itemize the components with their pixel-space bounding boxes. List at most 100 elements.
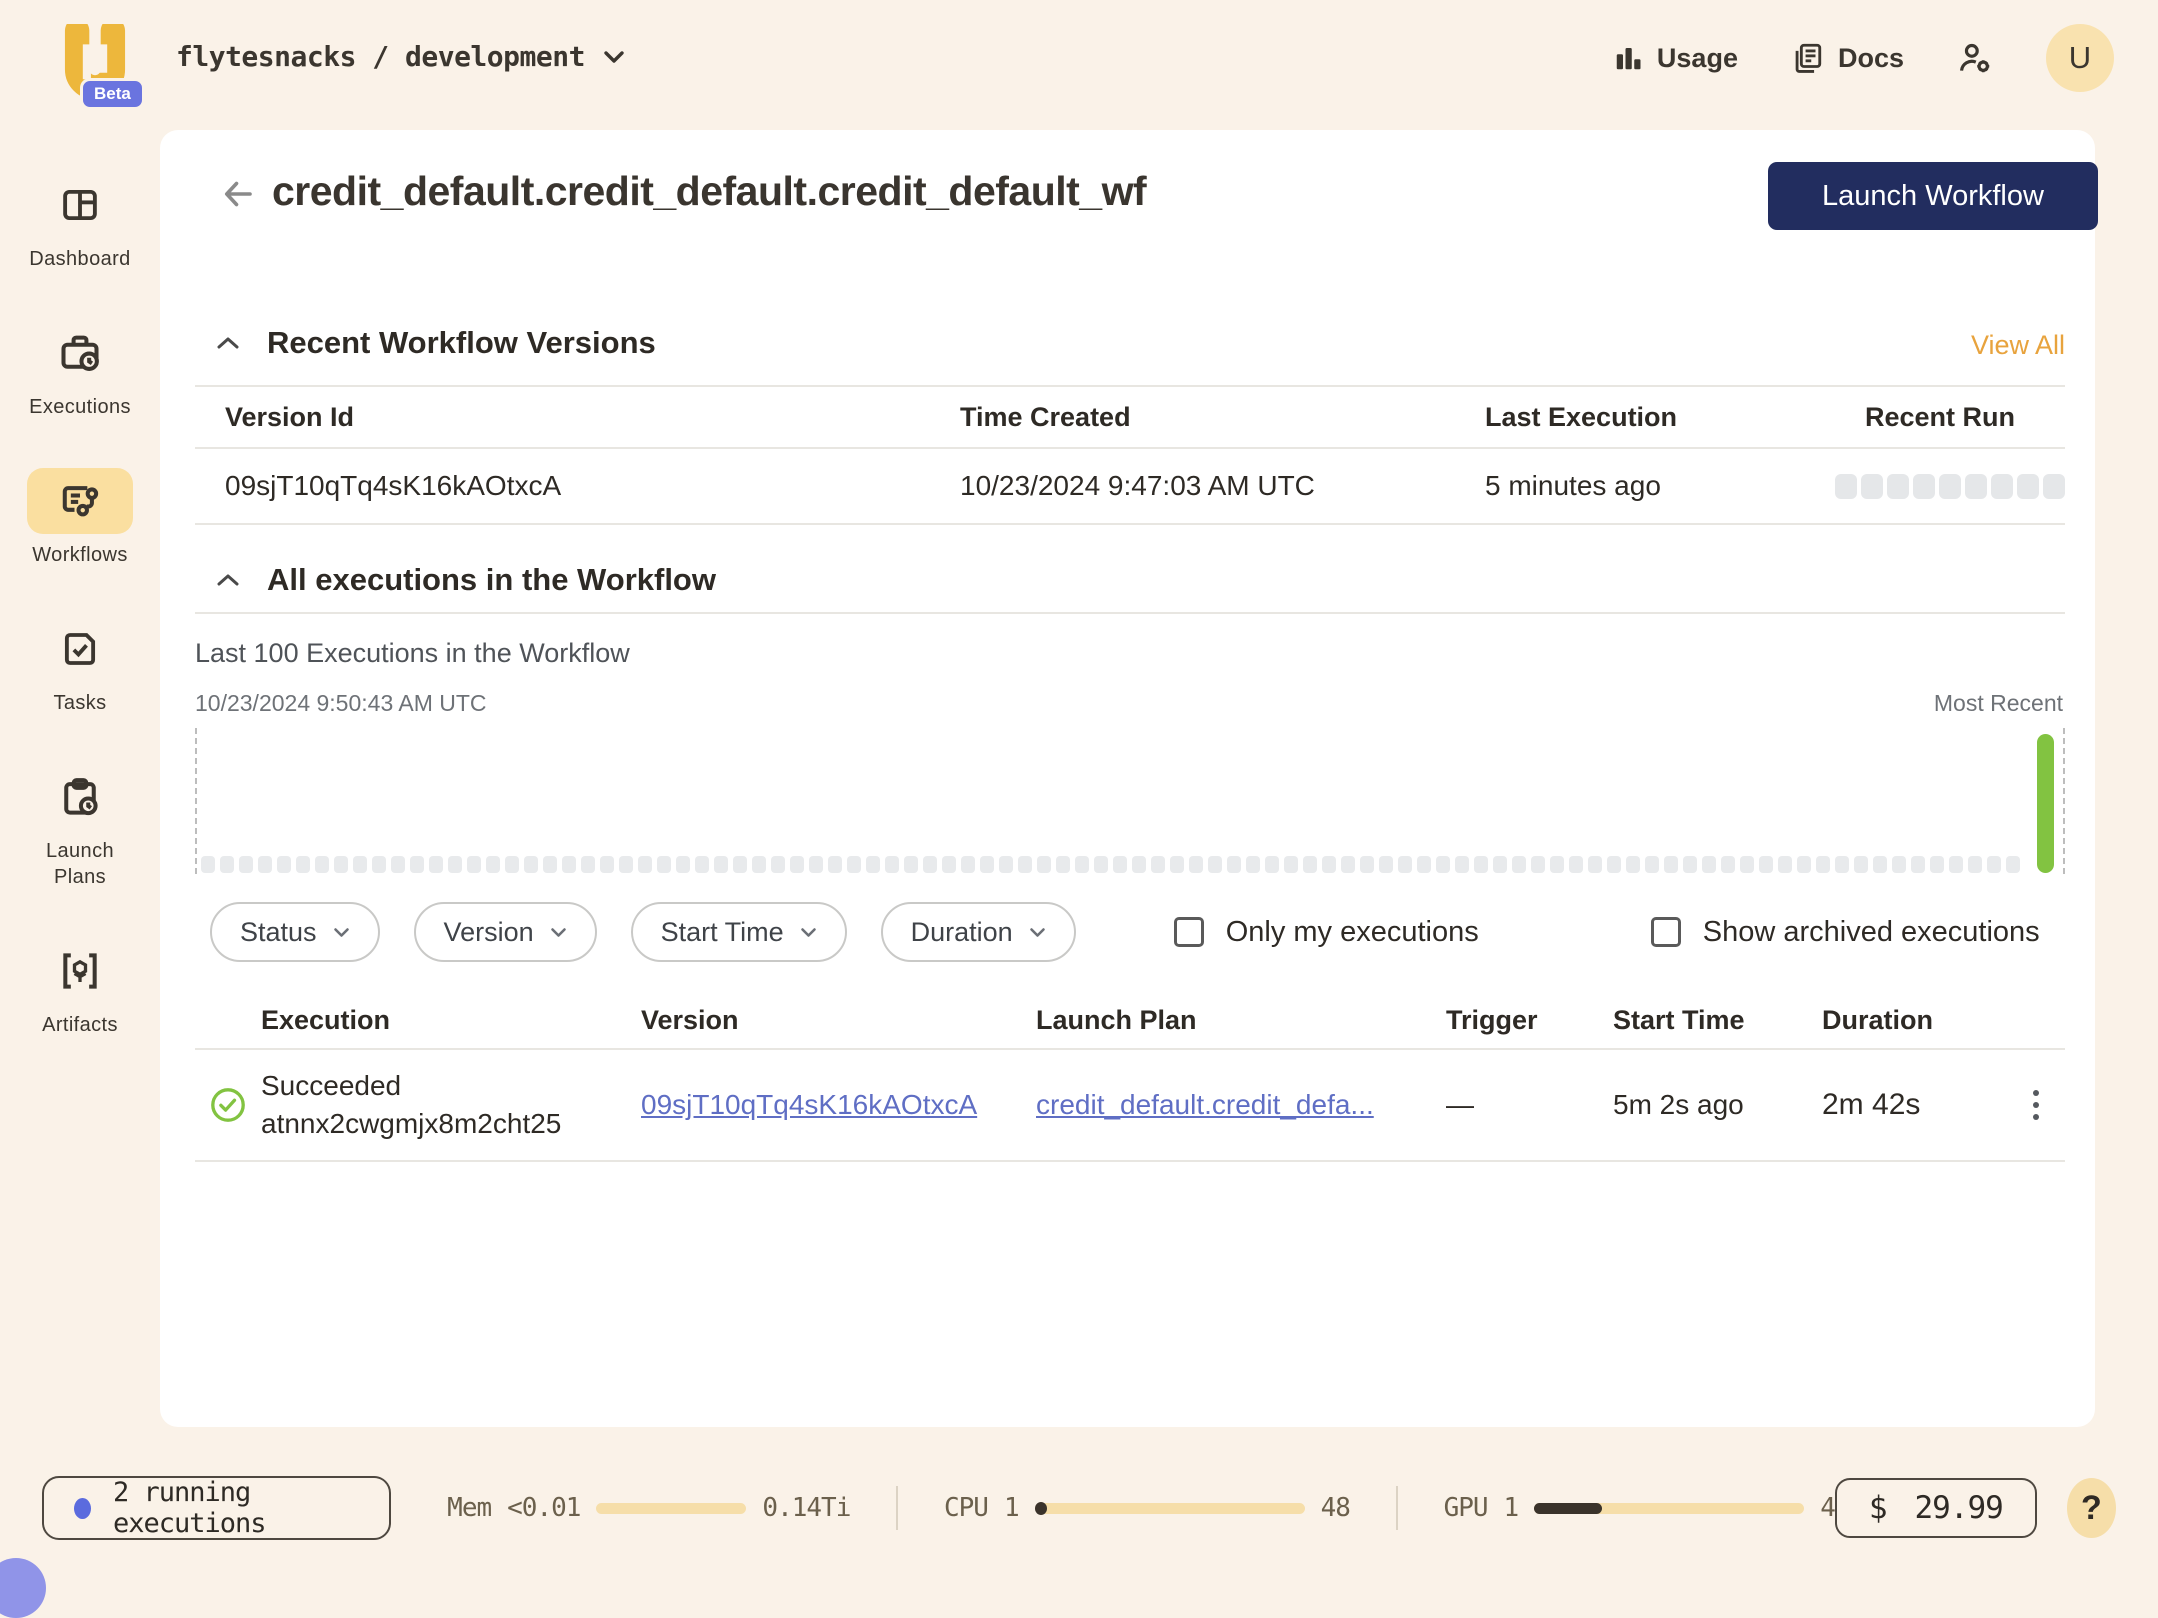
- succeeded-check-icon: [209, 1086, 247, 1124]
- project-domain-selector[interactable]: flytesnacks / development: [176, 40, 625, 73]
- sidebar-item-label: Executions: [29, 394, 131, 420]
- execution-table-row[interactable]: Succeeded atnnx2cwgmjx8m2cht25 09sjT10qT…: [195, 1050, 2065, 1162]
- filter-label: Start Time: [661, 917, 784, 948]
- executions-section-toggle[interactable]: All executions in the Workflow: [215, 562, 716, 598]
- version-filter-dropdown[interactable]: Version: [414, 902, 597, 962]
- launch-plan-link[interactable]: credit_default.credit_defa...: [1036, 1089, 1374, 1120]
- sidebar-item-label: Workflows: [32, 542, 127, 568]
- cpu-track: [1035, 1503, 1305, 1514]
- sidebar-item-launch-plans[interactable]: Launch Plans: [0, 764, 160, 890]
- sidebar-item-label: Dashboard: [29, 246, 130, 272]
- timeline-slot: [296, 856, 310, 873]
- versions-section-toggle[interactable]: Recent Workflow Versions: [215, 325, 656, 361]
- beta-badge: Beta: [80, 78, 145, 110]
- show-archived-checkbox[interactable]: [1651, 917, 1681, 947]
- timeline-slot: [505, 856, 519, 873]
- row-menu-kebab-icon[interactable]: [2033, 1090, 2065, 1120]
- recent-run-slot: [2043, 474, 2065, 499]
- page-title: credit_default.credit_default.credit_def…: [272, 168, 1146, 215]
- recent-run-slot: [1913, 474, 1935, 499]
- timeline-start-label: 10/23/2024 9:50:43 AM UTC: [195, 690, 487, 717]
- timeline-slot: [942, 856, 956, 873]
- timeline-slot: [524, 856, 538, 873]
- gpu-label: GPU: [1444, 1493, 1488, 1523]
- view-all-link[interactable]: View All: [1971, 330, 2065, 361]
- column-header: Time Created: [960, 402, 1485, 433]
- back-button[interactable]: [218, 176, 258, 212]
- question-mark-icon: ?: [2081, 1489, 2102, 1528]
- timeline-slot: [1721, 856, 1735, 873]
- timeline-slot: [695, 856, 709, 873]
- launch-workflow-button[interactable]: Launch Workflow: [1768, 162, 2098, 230]
- executions-timeline-chart[interactable]: [195, 728, 2065, 874]
- running-executions-pill[interactable]: 2 running executions: [42, 1476, 391, 1540]
- timeline-slot: [999, 856, 1013, 873]
- timeline-slot: [1474, 856, 1488, 873]
- timeline-slot: [1170, 856, 1184, 873]
- avatar-initial: U: [2069, 40, 2091, 76]
- timeline-slot: [1094, 856, 1108, 873]
- versions-table: Version Id Time Created Last Execution R…: [195, 385, 2065, 525]
- cost-pill[interactable]: $ 29.99: [1835, 1478, 2037, 1538]
- sidebar-item-workflows[interactable]: Workflows: [0, 468, 160, 568]
- show-archived-checkbox-group[interactable]: Show archived executions: [1651, 916, 2040, 949]
- timeline-succeeded-bar[interactable]: [2037, 734, 2054, 873]
- timeline-slot: [1854, 856, 1868, 873]
- start-time-filter-dropdown[interactable]: Start Time: [631, 902, 847, 962]
- user-admin-button[interactable]: [1956, 39, 1994, 77]
- timeline-slot: [1626, 856, 1640, 873]
- timeline-slot: [562, 856, 576, 873]
- duration-filter-dropdown[interactable]: Duration: [881, 902, 1076, 962]
- mem-label: Mem: [447, 1493, 491, 1523]
- sidebar-item-dashboard[interactable]: Dashboard: [0, 172, 160, 272]
- avatar[interactable]: U: [2046, 24, 2114, 92]
- timeline-slot: [220, 856, 234, 873]
- sidebar-item-label: Artifacts: [42, 1012, 118, 1038]
- timeline-slot: [1550, 856, 1564, 873]
- column-header: Version: [641, 1005, 1036, 1036]
- timeline-slot: [600, 856, 614, 873]
- timeline-slot: [201, 856, 215, 873]
- timeline-slot: [1930, 856, 1944, 873]
- timeline-slot: [1455, 856, 1469, 873]
- main-content-card: credit_default.credit_default.credit_def…: [160, 130, 2095, 1427]
- timeline-slot: [1816, 856, 1830, 873]
- docs-nav-item[interactable]: Docs: [1790, 41, 1904, 75]
- timeline-slot: [1398, 856, 1412, 873]
- only-my-executions-checkbox-group[interactable]: Only my executions: [1174, 916, 1479, 949]
- checkbox-label: Show archived executions: [1703, 916, 2040, 949]
- timeline-slot: [429, 856, 443, 873]
- sidebar-item-label: Launch Plans: [25, 838, 135, 890]
- mem-track: [596, 1503, 746, 1514]
- version-link[interactable]: 09sjT10qTq4sK16kAOtxcA: [641, 1089, 977, 1120]
- docs-icon: [1790, 41, 1824, 75]
- timeline-slot: [1683, 856, 1697, 873]
- union-logo[interactable]: Beta: [56, 24, 136, 104]
- timeline-slot: [1645, 856, 1659, 873]
- only-my-executions-checkbox[interactable]: [1174, 917, 1204, 947]
- recent-run-slot: [1991, 474, 2013, 499]
- timeline-slot: [1265, 856, 1279, 873]
- status-filter-dropdown[interactable]: Status: [210, 902, 380, 962]
- versions-table-header: Version Id Time Created Last Execution R…: [195, 385, 2065, 449]
- table-row[interactable]: 09sjT10qTq4sK16kAOtxcA 10/23/2024 9:47:0…: [195, 449, 2065, 525]
- timeline-slot: [733, 856, 747, 873]
- recent-run-slot: [1861, 474, 1883, 499]
- usage-nav-item[interactable]: Usage: [1613, 43, 1738, 74]
- cpu-current: 1: [1004, 1493, 1019, 1523]
- usage-label: Usage: [1657, 43, 1738, 74]
- gpu-current: 1: [1504, 1493, 1519, 1523]
- bar-chart-icon: [1613, 43, 1643, 73]
- sidebar-item-tasks[interactable]: Tasks: [0, 616, 160, 716]
- timeline-slot: [847, 856, 861, 873]
- sidebar: Dashboard Executions Workflows: [0, 128, 160, 1086]
- sidebar-item-executions[interactable]: Executions: [0, 320, 160, 420]
- sidebar-item-artifacts[interactable]: Artifacts: [0, 938, 160, 1038]
- help-button[interactable]: ?: [2067, 1478, 2116, 1538]
- timeline-slot: [372, 856, 386, 873]
- timeline-slot: [1075, 856, 1089, 873]
- currency-symbol: $: [1869, 1490, 1887, 1526]
- timeline-slot: [467, 856, 481, 873]
- recent-run-slot: [1939, 474, 1961, 499]
- timeline-slot: [1056, 856, 1070, 873]
